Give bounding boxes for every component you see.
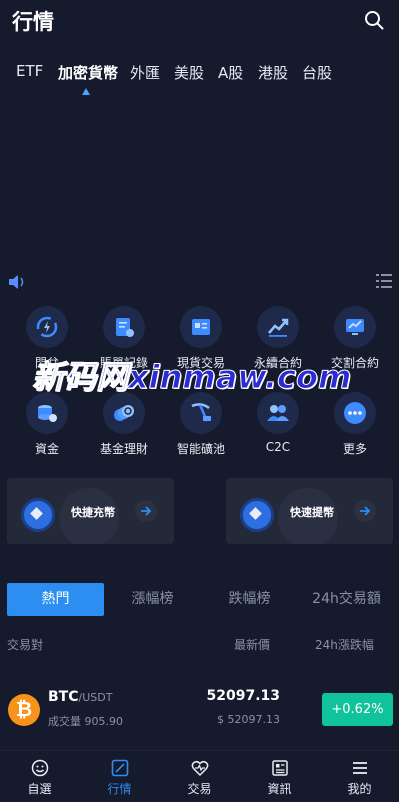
nav-market[interactable]: 行情 [80,751,159,802]
nav-favorites[interactable]: 自選 [0,751,79,802]
ranking-tabs: 熱門 漲幅榜 跌幅榜 24h交易額 [0,583,399,616]
tab-forex[interactable]: 外匯 [130,62,160,83]
tab-gainers[interactable]: 漲幅榜 [104,583,201,616]
coin-icon [21,498,55,532]
smile-icon [31,759,49,777]
coin-icon [240,498,274,532]
list-icon[interactable] [376,274,392,288]
tab-hot[interactable]: 熱門 [7,583,104,616]
quick-deposit-card[interactable]: 快捷充幣 [7,478,174,544]
tab-crypto[interactable]: 加密貨幣 [58,62,118,83]
tab-tw-stocks[interactable]: 台股 [302,62,332,83]
users-icon [267,405,289,421]
monitor-chart-icon [346,319,364,335]
grid-item-smart-mining[interactable]: 智能礦池 [161,392,241,456]
bill-icon [116,318,134,337]
coin-stack-icon [114,405,134,421]
spot-icon [192,319,210,335]
btc-logo: ₿ [8,694,40,726]
page-title: 行情 [12,10,54,34]
nav-news[interactable]: 資訊 [240,751,319,802]
market-icon [111,759,129,777]
tab-us-stocks[interactable]: 美股 [174,62,204,83]
market-tabs: ETF 加密貨幣 外匯 美股 A股 港股 台股 [0,62,399,90]
watermark: 新码网xinmaw.com [31,358,352,397]
coins-icon [38,405,57,422]
column-change: 24h漲跌幅 [315,638,374,652]
grid-item-funds[interactable]: 資金 [7,392,87,456]
tab-24h-volume[interactable]: 24h交易額 [298,583,395,616]
chart-up-icon [268,318,289,337]
arrow-right-icon [141,506,152,516]
nav-profile[interactable]: 我的 [320,751,399,802]
nav-trade[interactable]: 交易 [160,751,239,802]
grid-item-c2c[interactable]: C2C [238,392,318,456]
last-price: 52097.13 [206,688,280,704]
exchange-icon [36,316,58,338]
more-icon [344,402,366,424]
table-row[interactable]: ₿ BTC/USDT 成交量 905.90 52097.13 $ 52097.1… [0,686,399,734]
bottom-nav: 自選 行情 交易 資訊 我的 [0,750,399,802]
pair-symbol: BTC/USDT [48,689,113,705]
change-badge[interactable]: +0.62% [322,693,393,726]
tab-a-shares[interactable]: A股 [218,62,243,83]
search-icon[interactable] [364,10,384,30]
column-price: 最新價 [234,638,271,652]
trade-icon [191,760,209,777]
menu-icon [353,762,367,774]
column-pair: 交易對 [7,638,44,652]
tab-hk-stocks[interactable]: 港股 [258,62,288,83]
last-price-usd: $ 52097.13 [217,713,280,726]
news-icon [272,760,288,776]
grid-item-fund-finance[interactable]: 基金理財 [84,392,164,456]
speaker-icon[interactable] [8,274,26,290]
quick-withdraw-card[interactable]: 快速提幣 [226,478,393,544]
tab-etf[interactable]: ETF [16,62,43,80]
grid-item-more[interactable]: 更多 [315,392,395,456]
mining-icon [191,403,211,422]
pair-volume: 成交量 905.90 [48,715,123,728]
arrow-right-icon [360,506,371,516]
app-header: 行情 [0,0,399,44]
active-tab-indicator [82,88,90,95]
tab-losers[interactable]: 跌幅榜 [201,583,298,616]
